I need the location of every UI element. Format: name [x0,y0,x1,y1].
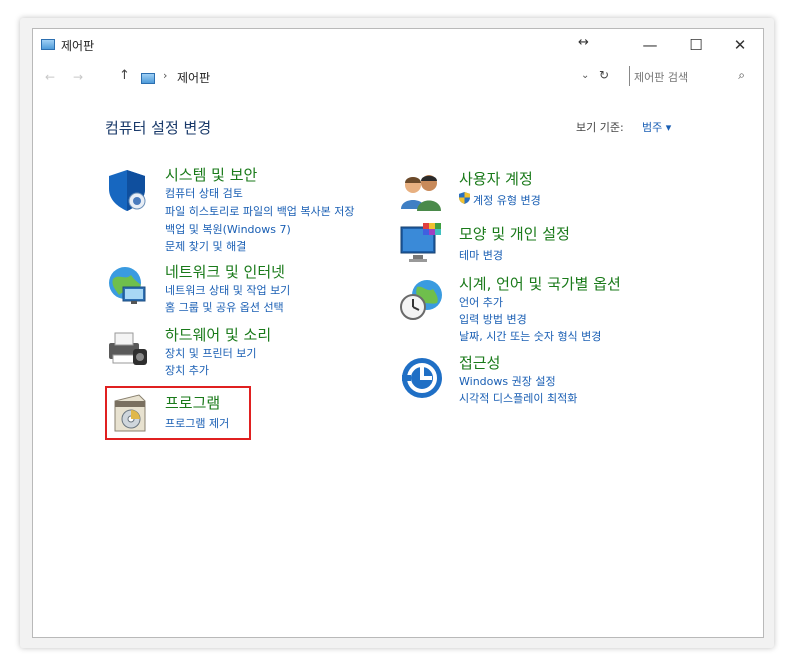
category-appearance[interactable]: 모양 및 개인 설정 [459,223,570,244]
category-hardware-sound[interactable]: 하드웨어 및 소리 [165,324,271,345]
link-file-history[interactable]: 파일 히스토리로 파일의 백업 복사본 저장 [165,203,355,219]
forward-arrow-icon[interactable]: → [73,70,83,84]
link-windows-recommended-settings[interactable]: Windows 권장 설정 [459,373,556,389]
ease-of-access-icon[interactable] [399,355,445,401]
breadcrumb-control-panel[interactable]: 제어판 [177,69,210,86]
refresh-icon[interactable]: ↻ [599,68,609,82]
link-review-status[interactable]: 컴퓨터 상태 검토 [165,185,243,201]
programs-highlight-box [105,386,251,440]
maximize-button[interactable]: ☐ [673,31,719,59]
uac-shield-icon [459,192,470,204]
category-system-security[interactable]: 시스템 및 보안 [165,164,257,185]
link-troubleshoot[interactable]: 문제 찾기 및 해결 [165,238,246,254]
link-network-status[interactable]: 네트워크 상태 및 작업 보기 [165,282,290,298]
printer-icon[interactable] [105,325,151,371]
link-add-language[interactable]: 언어 추가 [459,294,503,310]
search-icon[interactable]: ⌕ [738,68,745,83]
link-change-account-type[interactable]: 계정 유형 변경 [473,192,541,208]
view-by-dropdown[interactable]: 범주 ▾ [642,119,671,135]
back-arrow-icon[interactable]: ← [45,70,55,84]
close-button[interactable]: ✕ [717,31,763,59]
category-network-internet[interactable]: 네트워크 및 인터넷 [165,261,285,282]
category-clock-language-region[interactable]: 시계, 언어 및 국가별 옵션 [459,273,621,294]
category-user-accounts[interactable]: 사용자 계정 [459,168,533,189]
control-panel-small-icon [141,73,155,84]
search-box[interactable]: ⌕ [629,66,749,88]
link-devices-printers[interactable]: 장치 및 프린터 보기 [165,345,256,361]
up-arrow-icon[interactable]: ↑ [119,68,130,83]
link-change-theme[interactable]: 테마 변경 [459,247,503,263]
link-homegroup-sharing[interactable]: 홈 그룹 및 공유 옵션 선택 [165,299,284,315]
chevron-right-icon[interactable]: › [163,69,167,82]
minimize-button[interactable]: — [627,31,673,59]
network-globe-icon[interactable] [105,263,151,309]
search-input[interactable] [630,67,726,88]
link-change-date-format[interactable]: 날짜, 시간 또는 숫자 형식 변경 [459,328,601,344]
link-optimize-display[interactable]: 시각적 디스플레이 최적화 [459,390,577,406]
resize-icon: ↔ [578,35,589,50]
category-ease-of-access[interactable]: 접근성 [459,352,500,373]
control-panel-window: 제어판 ↔ — ☐ ✕ ← → ↑ › 제어판 ⌄ ↻ ⌕ 컴퓨터 설정 변경 … [32,28,764,638]
link-change-input-method[interactable]: 입력 방법 변경 [459,311,527,327]
link-backup-restore[interactable]: 백업 및 복원(Windows 7) [165,221,291,237]
shield-icon[interactable] [105,167,151,213]
title-bar[interactable]: 제어판 ↔ — ☐ ✕ [33,29,763,61]
user-accounts-icon[interactable] [399,169,445,215]
address-bar: ← → ↑ › 제어판 ⌄ ↻ ⌕ [33,61,763,91]
control-panel-icon [41,39,55,50]
page-title: 컴퓨터 설정 변경 [105,119,212,137]
window-title: 제어판 [61,39,95,53]
view-by-label: 보기 기준: [576,121,624,134]
link-add-device[interactable]: 장치 추가 [165,362,209,378]
clock-globe-icon[interactable] [399,277,445,323]
chevron-down-icon[interactable]: ⌄ [581,70,589,81]
appearance-monitor-icon[interactable] [399,221,445,267]
